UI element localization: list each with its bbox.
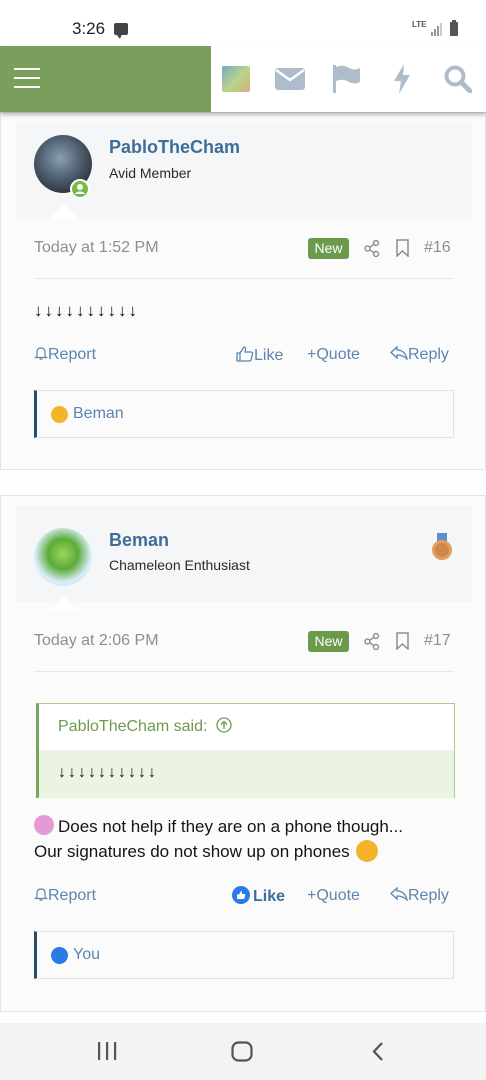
status-time: 3:26: [72, 19, 106, 38]
post-username[interactable]: Beman: [109, 530, 169, 551]
bell-icon: [34, 347, 48, 360]
bell-icon: [34, 888, 48, 901]
back-icon[interactable]: [371, 1041, 385, 1062]
new-badge: New: [308, 631, 349, 652]
laughing-emoji-icon: [51, 406, 68, 423]
quote-body: ↓↓↓↓↓↓↓↓↓↓: [39, 750, 454, 798]
winking-emoji-icon: [355, 840, 378, 862]
divider: [34, 671, 454, 672]
post-body-line-2: Our signatures do not show up on phones: [34, 842, 350, 861]
plus-icon: +: [307, 346, 317, 363]
post-body-line: Our signatures do not show up on phones: [34, 839, 464, 864]
post-user-title: Avid Member: [109, 165, 192, 181]
reply-label: Reply: [408, 887, 449, 904]
jump-up-icon: [216, 717, 232, 733]
post-username[interactable]: PabloTheCham: [109, 137, 240, 158]
brain-emoji-icon: [34, 815, 54, 835]
bolt-icon[interactable]: [393, 64, 411, 94]
like-label: Like: [254, 347, 284, 364]
search-icon[interactable]: [444, 65, 472, 93]
reply-icon: [390, 886, 409, 903]
reply-label: Reply: [408, 346, 449, 363]
post-body-line: Does not help if they are on a phone tho…: [34, 814, 464, 839]
envelope-icon[interactable]: [275, 68, 305, 90]
post-17: Beman Chameleon Enthusiast Today at 2:06…: [0, 495, 486, 1012]
share-icon[interactable]: [364, 240, 380, 257]
recent-apps-icon[interactable]: [97, 1042, 117, 1060]
online-status-icon: [70, 179, 90, 199]
quote-header[interactable]: PabloTheCham said:: [39, 704, 454, 750]
post-number[interactable]: #17: [424, 632, 451, 650]
user-header-pointer: [49, 597, 79, 611]
post-user-title: Chameleon Enthusiast: [109, 557, 250, 573]
reactions-users[interactable]: You: [73, 946, 100, 964]
report-label: Report: [48, 346, 97, 363]
quote-label: Quote: [316, 346, 360, 363]
quote-attribution[interactable]: PabloTheCham said:: [58, 717, 232, 736]
menu-icon: [14, 68, 40, 89]
account-avatar[interactable]: [222, 66, 250, 92]
flag-icon[interactable]: [333, 65, 361, 93]
signal-icon: [431, 22, 443, 36]
post-16: PabloTheCham Avid Member Today at 1:52 P…: [0, 112, 486, 470]
battery-icon: [450, 20, 458, 36]
avatar[interactable]: [34, 528, 92, 586]
post-number[interactable]: #16: [424, 239, 451, 257]
post-body: ↓↓↓↓↓↓↓↓↓↓: [34, 301, 139, 320]
report-button[interactable]: Report: [34, 346, 96, 364]
app-header: [0, 46, 486, 112]
quote-button[interactable]: +Quote: [307, 346, 360, 364]
like-button[interactable]: Like: [236, 346, 283, 365]
new-badge: New: [308, 238, 349, 259]
plus-icon: +: [307, 887, 317, 904]
reply-icon: [390, 345, 409, 362]
like-reaction-icon: [51, 947, 68, 964]
thumbs-up-icon: [232, 886, 250, 904]
report-button[interactable]: Report: [34, 887, 96, 905]
message-notification-icon: [114, 23, 128, 39]
reactions-bar[interactable]: You: [34, 931, 454, 979]
post-body-line-1: Does not help if they are on a phone tho…: [58, 817, 403, 836]
like-label: Like: [253, 888, 286, 905]
reply-button[interactable]: Reply: [390, 345, 449, 364]
report-label: Report: [48, 887, 97, 904]
post-date[interactable]: Today at 2:06 PM: [34, 632, 159, 650]
quote-button[interactable]: +Quote: [307, 887, 360, 905]
quote-label: Quote: [316, 887, 360, 904]
reactions-bar[interactable]: Beman: [34, 390, 454, 438]
home-icon[interactable]: [231, 1041, 253, 1062]
quote-text: ↓↓↓↓↓↓↓↓↓↓: [58, 764, 158, 781]
medal-icon[interactable]: [431, 533, 453, 561]
thumbs-up-icon: [236, 346, 254, 362]
network-label: LTE: [412, 20, 427, 29]
share-icon[interactable]: [364, 633, 380, 650]
bookmark-icon[interactable]: [396, 239, 409, 257]
quote-block: PabloTheCham said: ↓↓↓↓↓↓↓↓↓↓: [36, 703, 455, 798]
quote-author: PabloTheCham said:: [58, 718, 208, 735]
post-body: Does not help if they are on a phone tho…: [34, 814, 464, 864]
reactions-users[interactable]: Beman: [73, 405, 124, 423]
status-bar: 3:26 LTE: [0, 0, 486, 46]
bookmark-icon[interactable]: [396, 632, 409, 650]
post-date[interactable]: Today at 1:52 PM: [34, 239, 159, 257]
menu-button[interactable]: [0, 46, 211, 112]
divider: [34, 278, 454, 279]
like-button[interactable]: Like: [232, 886, 285, 906]
reply-button[interactable]: Reply: [390, 886, 449, 905]
system-nav-bar: [0, 1023, 486, 1080]
user-header-pointer: [49, 205, 79, 219]
